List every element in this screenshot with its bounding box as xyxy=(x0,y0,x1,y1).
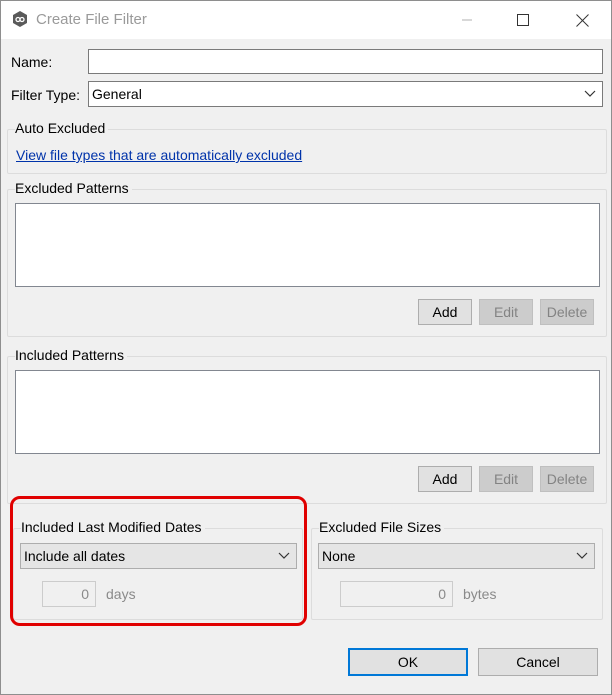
ok-button[interactable]: OK xyxy=(348,648,468,676)
window-title: Create File Filter xyxy=(36,11,147,28)
maximize-button[interactable] xyxy=(500,1,546,39)
minimize-icon xyxy=(462,19,472,21)
excluded-add-button[interactable]: Add xyxy=(418,299,472,325)
maximize-icon xyxy=(517,14,529,26)
minimize-button[interactable] xyxy=(444,1,490,39)
bytes-unit-label: bytes xyxy=(463,586,497,602)
close-button[interactable] xyxy=(559,1,605,39)
included-edit-button[interactable]: Edit xyxy=(479,466,533,492)
included-patterns-list[interactable] xyxy=(15,370,600,454)
chevron-down-icon xyxy=(584,90,596,97)
excluded-delete-button[interactable]: Delete xyxy=(540,299,594,325)
file-sizes-title: Excluded File Sizes xyxy=(319,519,445,535)
highlight-annotation xyxy=(10,496,307,626)
filter-type-label: Filter Type: xyxy=(11,87,80,103)
name-label: Name: xyxy=(11,54,53,70)
app-icon xyxy=(13,11,27,27)
cancel-button[interactable]: Cancel xyxy=(478,648,598,676)
name-input[interactable] xyxy=(88,49,603,74)
included-patterns-title: Included Patterns xyxy=(15,347,127,363)
file-sizes-value: None xyxy=(322,548,356,564)
title-bar[interactable]: Create File Filter xyxy=(1,1,611,39)
create-file-filter-dialog: Create File Filter Name: Filter Type: Ge… xyxy=(0,0,612,695)
included-delete-button[interactable]: Delete xyxy=(540,466,594,492)
included-add-button[interactable]: Add xyxy=(418,466,472,492)
excluded-edit-button[interactable]: Edit xyxy=(479,299,533,325)
excluded-patterns-list[interactable] xyxy=(15,203,600,287)
bytes-spinner[interactable]: 0 xyxy=(340,581,453,607)
auto-excluded-link[interactable]: View file types that are automatically e… xyxy=(16,147,302,163)
filter-type-select[interactable]: General xyxy=(88,81,603,107)
chevron-down-icon xyxy=(576,552,588,559)
auto-excluded-title: Auto Excluded xyxy=(15,120,109,136)
filter-type-value: General xyxy=(92,86,142,102)
close-icon xyxy=(575,13,589,27)
file-sizes-select[interactable]: None xyxy=(318,543,595,569)
excluded-patterns-title: Excluded Patterns xyxy=(15,180,132,196)
